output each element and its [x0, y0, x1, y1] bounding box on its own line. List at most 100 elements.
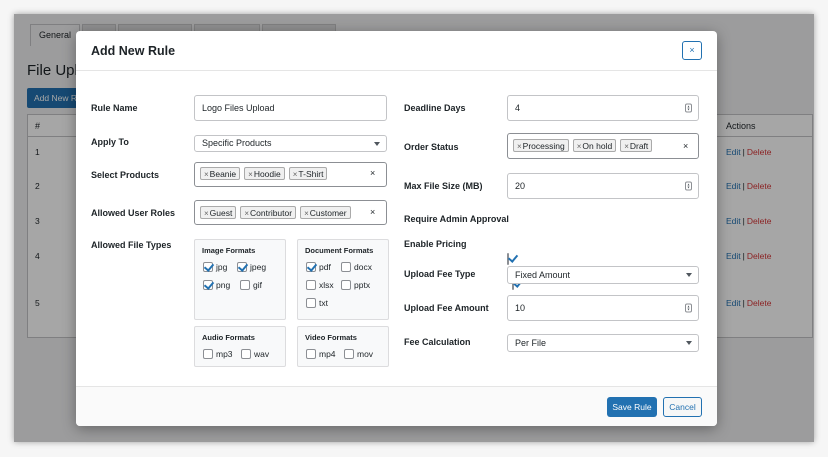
close-icon: × — [689, 45, 695, 55]
option-xlsx[interactable]: xlsx — [306, 280, 334, 290]
rule-name-input[interactable]: Logo Files Upload — [194, 95, 387, 121]
roles-tags: ×Guest ×Contributor ×Customer — [200, 206, 351, 219]
close-button[interactable]: × — [682, 41, 702, 60]
clear-icon[interactable]: × — [370, 207, 375, 217]
tag-chip: ×Customer — [300, 206, 351, 219]
option-txt[interactable]: txt — [306, 298, 328, 308]
video-formats-group: Video Formats mp4 mov — [297, 326, 389, 367]
option-jpeg[interactable]: jpeg — [237, 262, 266, 272]
remove-tag-icon[interactable]: × — [577, 142, 582, 151]
tag-chip: ×Guest — [200, 206, 237, 219]
option-pdf[interactable]: pdf — [306, 262, 331, 272]
tag-label: On hold — [582, 141, 613, 151]
option-jpg[interactable]: jpg — [203, 262, 227, 272]
enable-pricing-label: Enable Pricing — [404, 239, 467, 249]
upload-fee-amount-value: 10 — [515, 303, 526, 313]
remove-tag-icon[interactable]: × — [304, 209, 309, 218]
remove-tag-icon[interactable]: × — [248, 170, 253, 179]
checkbox[interactable] — [306, 280, 316, 290]
audio-formats-title: Audio Formats — [202, 333, 255, 342]
tag-label: Draft — [629, 141, 649, 151]
rule-name-label: Rule Name — [91, 103, 138, 113]
add-rule-modal: Add New Rule × Rule Name Logo Files Uplo… — [76, 31, 717, 426]
checkbox[interactable] — [341, 262, 351, 272]
option-label: pptx — [354, 280, 371, 290]
require-approval-checkbox[interactable] — [507, 253, 509, 265]
save-rule-button[interactable]: Save Rule — [607, 397, 657, 417]
tag-label: Guest — [209, 208, 233, 218]
option-label: png — [216, 280, 231, 290]
option-mp4[interactable]: mp4 — [306, 349, 336, 359]
option-docx[interactable]: docx — [341, 262, 372, 272]
checkbox[interactable] — [344, 349, 354, 359]
checkbox[interactable] — [306, 349, 316, 359]
number-spinner-icon[interactable]: ▴ ▾ — [685, 181, 692, 191]
select-products-label: Select Products — [91, 170, 160, 180]
cancel-button[interactable]: Cancel — [663, 397, 702, 417]
image-formats-title: Image Formats — [202, 246, 256, 255]
max-file-size-value: 20 — [515, 181, 526, 191]
deadline-days-input[interactable]: 4 ▴ ▾ — [507, 95, 699, 121]
modal-footer: Save Rule Cancel — [76, 386, 717, 426]
tag-chip: ×On hold — [572, 139, 617, 152]
option-label: pdf — [319, 262, 331, 272]
tag-chip: ×Beanie — [200, 167, 241, 180]
checkbox[interactable] — [203, 280, 213, 290]
number-spinner-icon[interactable]: ▴ ▾ — [685, 103, 692, 113]
option-label: xlsx — [319, 280, 334, 290]
modal-title: Add New Rule — [91, 44, 176, 58]
clear-icon[interactable]: × — [370, 168, 375, 178]
deadline-days-value: 4 — [515, 103, 521, 113]
tag-chip: ×Hoodie — [244, 167, 285, 180]
deadline-days-label: Deadline Days — [404, 103, 466, 113]
remove-tag-icon[interactable]: × — [293, 170, 298, 179]
apply-to-select[interactable]: Specific Products — [194, 135, 387, 152]
checkbox[interactable] — [306, 298, 316, 308]
number-spinner-icon[interactable]: ▴ ▾ — [685, 303, 692, 313]
remove-tag-icon[interactable]: × — [624, 142, 629, 151]
option-mov[interactable]: mov — [344, 349, 373, 359]
image-formats-group: Image Formats jpg jpeg png gif — [194, 239, 286, 320]
tag-chip: ×Contributor — [240, 206, 297, 219]
checkbox[interactable] — [237, 262, 247, 272]
option-gif[interactable]: gif — [240, 280, 262, 290]
order-status-multiselect[interactable]: ×Processing ×On hold ×Draft × — [507, 133, 699, 159]
remove-tag-icon[interactable]: × — [517, 142, 522, 151]
tag-label: Beanie — [209, 169, 237, 179]
remove-tag-icon[interactable]: × — [204, 170, 209, 179]
checkbox[interactable] — [203, 349, 213, 359]
checkbox[interactable] — [341, 280, 351, 290]
file-types-label: Allowed File Types — [91, 240, 172, 250]
checkbox[interactable] — [203, 262, 213, 272]
upload-fee-type-select[interactable]: Fixed Amount — [507, 266, 699, 284]
chevron-down-icon — [686, 273, 692, 277]
max-file-size-input[interactable]: 20 ▴ ▾ — [507, 173, 699, 199]
fee-calculation-value: Per File — [515, 338, 547, 348]
checkbox[interactable] — [306, 262, 316, 272]
products-tags: ×Beanie ×Hoodie ×T-Shirt — [200, 167, 328, 180]
apply-to-value: Specific Products — [202, 138, 272, 148]
tag-chip: ×Processing — [513, 139, 569, 152]
clear-icon[interactable]: × — [683, 141, 688, 151]
upload-fee-amount-input[interactable]: 10 ▴ ▾ — [507, 295, 699, 321]
checkbox[interactable] — [241, 349, 251, 359]
document-formats-group: Document Formats pdf docx xlsx pptx txt — [297, 239, 389, 320]
option-png[interactable]: png — [203, 280, 230, 290]
roles-multiselect[interactable]: ×Guest ×Contributor ×Customer × — [194, 200, 387, 225]
remove-tag-icon[interactable]: × — [244, 209, 249, 218]
upload-fee-amount-label: Upload Fee Amount — [404, 303, 489, 313]
option-pptx[interactable]: pptx — [341, 280, 370, 290]
require-approval-label: Require Admin Approval — [404, 214, 509, 224]
remove-tag-icon[interactable]: × — [204, 209, 209, 218]
checkbox[interactable] — [240, 280, 250, 290]
option-label: gif — [253, 280, 262, 290]
option-wav[interactable]: wav — [241, 349, 269, 359]
option-label: mp4 — [319, 349, 336, 359]
upload-fee-type-label: Upload Fee Type — [404, 269, 476, 279]
video-formats-title: Video Formats — [305, 333, 357, 342]
option-mp3[interactable]: mp3 — [203, 349, 233, 359]
order-status-tags: ×Processing ×On hold ×Draft — [513, 139, 653, 152]
products-multiselect[interactable]: ×Beanie ×Hoodie ×T-Shirt × — [194, 162, 387, 187]
max-file-size-label: Max File Size (MB) — [404, 181, 483, 191]
fee-calculation-select[interactable]: Per File — [507, 334, 699, 352]
